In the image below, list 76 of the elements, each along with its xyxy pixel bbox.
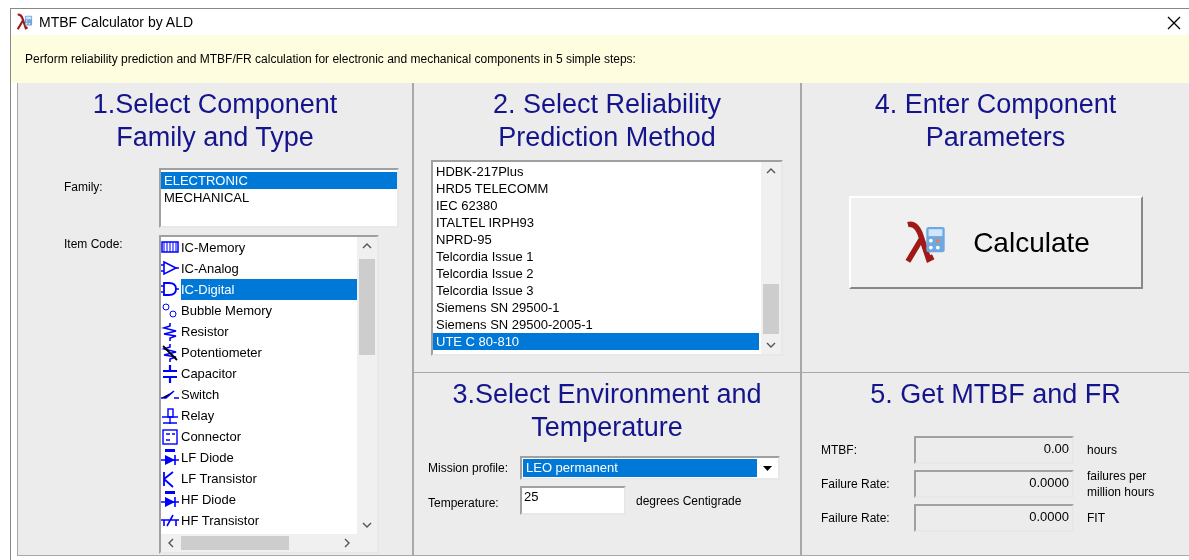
calculate-button[interactable]: Calculate <box>848 196 1143 289</box>
list-item[interactable]: MECHANICAL <box>161 189 397 206</box>
step-heading: 3.Select Environment and Temperature <box>452 378 762 444</box>
item-list[interactable]: IC-Memory IC-Analog IC-Digital Bubble Memory Resistor Potentiometer Capacitor Switch Relay Connector LF Diode LF Transistor HF Diode HF Transistor <box>159 235 379 554</box>
unit-label: degrees Centigrade <box>636 492 742 510</box>
unit-label: hours <box>1087 442 1119 458</box>
field-label: Item Code: <box>63 236 124 253</box>
list-item[interactable]: HDBK-217Plus <box>433 163 759 180</box>
list-item[interactable]: Bubble Memory <box>181 300 357 321</box>
list-item[interactable]: ITALTEL IRPH93 <box>433 214 759 231</box>
method-list[interactable]: HDBK-217Plus HRD5 TELECOMM IEC 62380 ITALTEL IRPH93 NPRD-95 Telcordia Issue 1 Telcordia Issue 2 Telcordia Issue 3 Siemens SN 29500-1 Siemens SN 29500-2005-1 UTE C 80-810 <box>431 160 783 356</box>
unit-label: failures per million hours <box>1087 468 1156 500</box>
connector-icon <box>161 427 179 446</box>
amplifier-icon <box>161 259 179 278</box>
potentiometer-icon <box>161 343 179 362</box>
list-item[interactable]: NPRD-95 <box>433 231 759 248</box>
field-label: MTBF: <box>821 442 858 459</box>
list-item[interactable]: Potentiometer <box>181 342 357 363</box>
diode-icon <box>161 448 179 467</box>
list-item[interactable]: Switch <box>181 384 357 405</box>
app-icon <box>15 13 33 31</box>
list-item[interactable]: Resistor <box>181 321 357 342</box>
unit-label: FIT <box>1087 510 1106 526</box>
step-heading: 2. Select Reliability Prediction Method <box>491 88 723 154</box>
list-item[interactable]: Capacitor <box>181 363 357 384</box>
scroll-left-icon[interactable] <box>168 538 174 548</box>
result-field: 0.0000 <box>914 470 1074 498</box>
intro-text: Perform reliability prediction and MTBF/FR calculation for electronic and mechanical components in 5 simple steps: <box>25 51 636 68</box>
result-field: 0.00 <box>914 436 1074 464</box>
close-icon <box>1167 16 1181 31</box>
window-title: MTBF Calculator by ALD <box>39 12 194 32</box>
list-item[interactable]: Connector <box>181 426 357 447</box>
field-label: Failure Rate: <box>821 476 891 493</box>
mission-dropdown[interactable]: LEO permanent <box>520 456 780 480</box>
bubble-icon <box>161 301 179 320</box>
scroll-thumb[interactable] <box>359 259 375 355</box>
scroll-up-icon[interactable] <box>362 243 372 249</box>
list-item[interactable]: ELECTRONIC <box>161 172 397 189</box>
dropdown-arrow-icon <box>762 465 772 471</box>
scroll-right-icon[interactable] <box>344 538 350 548</box>
list-item[interactable]: HF Diode <box>181 489 357 510</box>
logic-gate-icon <box>161 280 179 299</box>
capacitor-icon <box>161 364 179 383</box>
field-label: Failure Rate: <box>821 510 891 527</box>
list-item[interactable]: Siemens SN 29500-2005-1 <box>433 316 759 333</box>
step-heading: 1.Select Component Family and Type <box>91 88 339 154</box>
list-item[interactable]: IC-Analog <box>181 258 357 279</box>
list-item[interactable]: HRD5 TELECOMM <box>433 180 759 197</box>
family-list[interactable]: ELECTRONIC MECHANICAL <box>159 168 399 228</box>
result-field: 0.0000 <box>914 504 1074 532</box>
list-item[interactable]: UTE C 80-810 <box>433 333 759 350</box>
temperature-field[interactable]: 25 <box>520 486 626 515</box>
list-item[interactable]: Relay <box>181 405 357 426</box>
scroll-up-icon[interactable] <box>766 168 776 174</box>
field-label: Temperature: <box>428 494 500 512</box>
relay-icon <box>161 406 179 425</box>
list-item[interactable]: Telcordia Issue 1 <box>433 248 759 265</box>
scroll-thumb[interactable] <box>181 536 289 550</box>
scroll-down-icon[interactable] <box>766 342 776 348</box>
field-label: Mission profile: <box>428 460 510 477</box>
list-item[interactable]: LF Transistor <box>181 468 357 489</box>
field-label: Family: <box>63 179 104 196</box>
resistor-icon <box>161 322 179 341</box>
list-item[interactable]: LF Diode <box>181 447 357 468</box>
scroll-down-icon[interactable] <box>362 522 372 528</box>
scroll-thumb[interactable] <box>763 284 779 334</box>
list-item[interactable]: Telcordia Issue 2 <box>433 265 759 282</box>
list-item[interactable]: HF Transistor <box>181 510 357 531</box>
list-item[interactable]: IEC 62380 <box>433 197 759 214</box>
diode-icon <box>161 490 179 509</box>
list-item[interactable]: IC-Memory <box>181 237 357 258</box>
list-item[interactable]: Telcordia Issue 3 <box>433 282 759 299</box>
step-heading: 5. Get MTBF and FR <box>870 378 1121 411</box>
list-item[interactable]: Siemens SN 29500-1 <box>433 299 759 316</box>
list-item[interactable]: IC-Digital <box>181 279 357 300</box>
step-heading: 4. Enter Component Parameters <box>873 88 1118 154</box>
